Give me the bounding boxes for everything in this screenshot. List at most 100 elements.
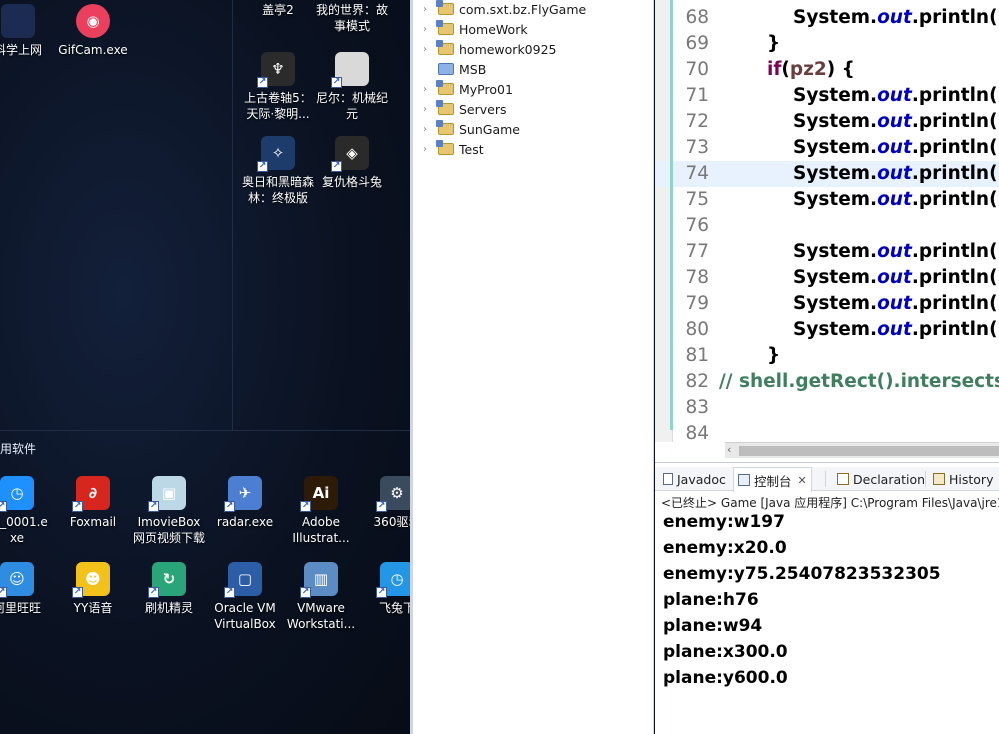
code-text: } bbox=[767, 345, 781, 366]
desktop-icon-label: ImovieBox 网页视频下载 bbox=[132, 515, 205, 545]
chevron-right-icon[interactable]: › bbox=[423, 104, 435, 115]
code-line[interactable]: 73 System.out.println("er bbox=[655, 135, 999, 161]
shortcut-aliwangwang[interactable]: ☺↗ 阿里旺旺 bbox=[0, 562, 57, 616]
shortcut-zu0001[interactable]: ◷↗zu_0001.e xe bbox=[0, 476, 57, 546]
line-number: 70 bbox=[685, 59, 709, 80]
console-output-line: plane:w94 bbox=[663, 616, 763, 636]
shortcut-gifcam[interactable]: ◉ GifCam.exe bbox=[53, 4, 133, 58]
code-text: System.out.println("er bbox=[793, 163, 999, 184]
shortcut-fighting-rabbit[interactable]: ◈ ↗ 复仇格斗兔 bbox=[312, 136, 392, 190]
code-line[interactable]: 72 System.out.println("er bbox=[655, 109, 999, 135]
tree-item[interactable]: › HomeWork bbox=[423, 19, 528, 39]
chevron-right-icon[interactable]: › bbox=[423, 44, 435, 55]
code-line[interactable]: 69} bbox=[655, 31, 999, 57]
code-text: // shell.getRect().intersects bbox=[719, 371, 999, 392]
chevron-right-icon[interactable]: › bbox=[423, 24, 435, 35]
chevron-right-icon[interactable]: › bbox=[423, 144, 435, 155]
shortcut-ori[interactable]: ✧ ↗ 奥日和黑暗森 林：终极版 bbox=[238, 136, 318, 206]
code-line[interactable]: 81} bbox=[655, 343, 999, 369]
shortcut-skyrim[interactable]: ♆ ↗ 上古卷轴5： 天际·黎明... bbox=[238, 52, 318, 122]
code-text: System.out.println("p bbox=[793, 241, 999, 262]
shortcut-foxmail-icon: ∂ ↗ bbox=[72, 476, 110, 512]
chevron-right-icon[interactable]: › bbox=[423, 4, 435, 15]
code-line[interactable]: 83 bbox=[655, 395, 999, 421]
console-output-line: plane:x300.0 bbox=[663, 642, 788, 662]
chevron-right-icon[interactable]: › bbox=[423, 124, 435, 135]
tree-item-label: SunGame bbox=[459, 121, 520, 137]
project-folder-icon bbox=[436, 120, 454, 135]
tree-item[interactable]: MSB bbox=[423, 59, 486, 79]
desktop-icon-label: 盖亭2 bbox=[262, 3, 294, 17]
tree-item[interactable]: › MyPro01 bbox=[423, 79, 513, 99]
editor-horizontal-scrollbar[interactable]: ‹ bbox=[725, 442, 999, 458]
code-line[interactable]: 77 System.out.println("p bbox=[655, 239, 999, 265]
desktop-icon-label: 尼尔：机械纪 元 bbox=[315, 91, 388, 121]
shortcut-shuaji[interactable]: ↻ ↗ 刷机精灵 bbox=[129, 562, 209, 616]
tab-javadoc[interactable]: Javadoc bbox=[659, 467, 730, 491]
code-line[interactable]: 80 System.out.println("p bbox=[655, 317, 999, 343]
shortcut-illustrator-icon: Ai ↗ bbox=[300, 476, 338, 512]
line-number: 78 bbox=[685, 267, 709, 288]
project-folder-icon bbox=[436, 20, 454, 35]
line-number: 81 bbox=[685, 345, 709, 366]
desktop-icon-label: Adobe Illustrat... bbox=[292, 515, 350, 545]
tree-item[interactable]: › homework0925 bbox=[423, 39, 557, 59]
shortcut-arrow-icon: ↗ bbox=[257, 77, 268, 88]
code-line[interactable]: 76 bbox=[655, 213, 999, 239]
code-line[interactable]: 75 System.out.println("er bbox=[655, 187, 999, 213]
tree-item[interactable]: › Servers bbox=[423, 99, 507, 119]
shortcut-virtualbox[interactable]: ▢ ↗ Oracle VM VirtualBox bbox=[205, 562, 285, 632]
tree-item[interactable]: › com.sxt.bz.FlyGame bbox=[423, 0, 586, 19]
tree-item[interactable]: › SunGame bbox=[423, 119, 520, 139]
project-folder-icon bbox=[436, 100, 454, 115]
scrollbar-thumb[interactable] bbox=[739, 446, 999, 456]
shortcut-yy[interactable]: ☻ ↗ YY语音 bbox=[53, 562, 133, 616]
shortcut-arrow-icon: ↗ bbox=[257, 161, 268, 172]
shortcut-nier[interactable]: ↗ 尼尔：机械纪 元 bbox=[312, 52, 392, 122]
shortcut-imoviebox[interactable]: ▣ ↗ ImovieBox 网页视频下载 bbox=[129, 476, 209, 546]
shortcut-minecraft-story[interactable]: 我的世界：故 事模式 bbox=[312, 2, 392, 34]
desktop-icon-label: Oracle VM VirtualBox bbox=[214, 601, 276, 631]
line-number: 77 bbox=[685, 241, 709, 262]
code-line[interactable]: 79 System.out.println("p bbox=[655, 291, 999, 317]
console-status: <已终止> Game [Java 应用程序] C:\Program Files\… bbox=[661, 496, 999, 510]
tab-declaration[interactable]: Declaration bbox=[833, 467, 929, 491]
line-number: 83 bbox=[685, 397, 709, 418]
tab-console[interactable]: 控制台 ✕ bbox=[733, 467, 812, 492]
code-line[interactable]: 70 if(pz2) { bbox=[655, 57, 999, 83]
shortcut-radar[interactable]: ✈ ↗ radar.exe bbox=[205, 476, 285, 530]
shortcut-illustrator[interactable]: Ai ↗ Adobe Illustrat... bbox=[281, 476, 361, 546]
fence-divider-vertical bbox=[232, 0, 233, 430]
close-icon[interactable]: ✕ bbox=[798, 474, 807, 487]
code-text: if(pz2) { bbox=[767, 59, 855, 80]
tree-item-label: Test bbox=[459, 141, 484, 157]
code-text: System.out.println("er bbox=[793, 111, 999, 132]
code-text: System.out.println("er bbox=[793, 189, 999, 210]
shortcut-kexue[interactable]: 科学上网 bbox=[0, 4, 58, 58]
code-line[interactable]: 68 System.out.println("爆 bbox=[655, 5, 999, 31]
code-editor[interactable]: 68System.out.println("爆69}70 if(pz2) { 71S… bbox=[655, 0, 999, 462]
desktop-icon-label: YY语音 bbox=[73, 601, 113, 615]
line-number: 73 bbox=[685, 137, 709, 158]
shortcut-aliwangwang-icon: ☺ ↗ bbox=[0, 562, 34, 598]
tree-item-label: HomeWork bbox=[459, 21, 528, 37]
tree-item[interactable]: › Test bbox=[423, 139, 484, 159]
tab-label: History bbox=[949, 471, 994, 487]
code-line[interactable]: 82 // shell.getRect().intersects bbox=[655, 369, 999, 395]
code-line[interactable]: 71 System.out.println("失 bbox=[655, 83, 999, 109]
tab-label: Javadoc bbox=[677, 471, 726, 487]
shortcut-arrow-icon: ↗ bbox=[331, 161, 342, 172]
shortcut-vmware[interactable]: ▥ ↗ VMware Workstati... bbox=[281, 562, 361, 632]
tab-history[interactable]: History bbox=[929, 467, 997, 491]
scroll-left-icon[interactable]: ‹ bbox=[727, 443, 731, 456]
shortcut-gaiting[interactable]: 盖亭2 bbox=[238, 2, 318, 18]
package-explorer: › com.sxt.bz.FlyGame › HomeWork › homework092… bbox=[410, 0, 654, 734]
desktop-icon-label: zu_0001.e xe bbox=[0, 515, 48, 545]
desktop-icon-label: VMware Workstati... bbox=[286, 601, 356, 631]
chevron-right-icon[interactable]: › bbox=[423, 84, 435, 95]
code-line[interactable]: 74 System.out.println("er bbox=[655, 161, 999, 187]
shortcut-foxmail[interactable]: ∂ ↗ Foxmail bbox=[53, 476, 133, 530]
desktop-icon-label: radar.exe bbox=[216, 515, 274, 529]
shortcut-vmware-icon: ▥ ↗ bbox=[300, 562, 338, 598]
code-line[interactable]: 78 System.out.println("p bbox=[655, 265, 999, 291]
